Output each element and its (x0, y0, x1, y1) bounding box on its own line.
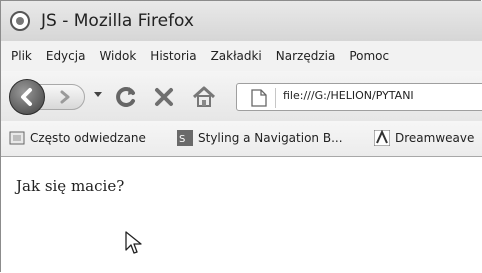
mouse-pointer-icon (125, 231, 142, 254)
back-arrow-icon (21, 88, 32, 106)
back-button[interactable] (9, 79, 45, 115)
site-identity-button[interactable] (245, 88, 276, 108)
page-heading-text: Jak się macie? (16, 177, 125, 195)
menu-item-plik[interactable]: Plik (11, 49, 32, 63)
menu-item-historia[interactable]: Historia (150, 49, 196, 63)
navigation-toolbar: file:///G:/HELION/PYTANI (1, 71, 482, 121)
svg-text:S: S (179, 134, 185, 145)
bookmark-folder-icon (9, 130, 25, 146)
bookmark-styling-navigation[interactable]: S Styling a Navigation B... (177, 130, 343, 146)
page-content: Jak się macie? (1, 157, 482, 273)
menu-item-widok[interactable]: Widok (99, 49, 136, 63)
bookmark-label: Styling a Navigation B... (198, 131, 343, 145)
menu-item-narzedzia[interactable]: Narzędzia (276, 49, 336, 63)
stop-icon[interactable] (152, 85, 176, 109)
address-bar[interactable]: file:///G:/HELION/PYTANI (236, 83, 482, 111)
menu-bar: Plik Edycja Widok Historia Zakładki Narz… (1, 41, 482, 71)
title-bar: JS - Mozilla Firefox (1, 1, 482, 41)
bookmark-label: Dreamweave (395, 131, 475, 145)
firefox-icon (10, 11, 30, 31)
url-text[interactable]: file:///G:/HELION/PYTANI (283, 89, 414, 102)
reload-icon[interactable] (113, 84, 139, 110)
bookmarks-toolbar: Często odwiedzane S Styling a Navigation… (1, 121, 482, 157)
home-icon[interactable] (191, 84, 217, 110)
bookmark-dreamweaver[interactable]: Dreamweave (373, 129, 475, 147)
menu-item-edycja[interactable]: Edycja (46, 49, 86, 63)
adobe-icon (373, 129, 391, 147)
forward-button[interactable] (39, 84, 85, 110)
bookmark-czesto-odwiedzane[interactable]: Często odwiedzane (9, 130, 146, 146)
forward-arrow-icon (60, 90, 70, 104)
ps-icon: S (177, 130, 193, 146)
menu-item-pomoc[interactable]: Pomoc (349, 49, 389, 63)
menu-item-zakladki[interactable]: Zakładki (211, 49, 262, 63)
page-icon (251, 89, 267, 107)
chevron-down-icon[interactable] (93, 91, 103, 99)
bookmark-label: Często odwiedzane (30, 131, 146, 145)
window-title: JS - Mozilla Firefox (41, 11, 194, 31)
